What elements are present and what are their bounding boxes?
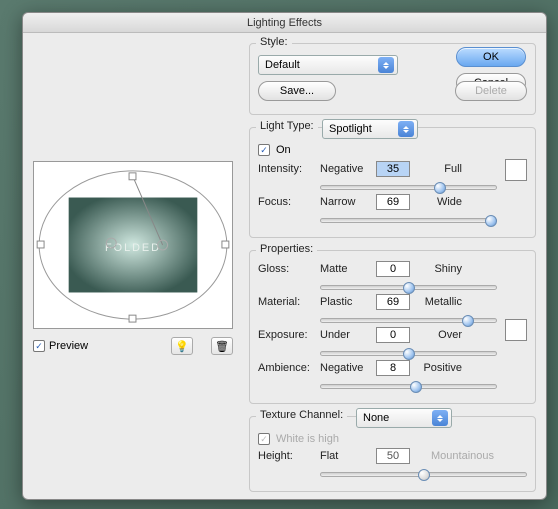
style-value: Default	[265, 59, 300, 71]
intensity-input[interactable]	[376, 161, 410, 177]
exposure-input[interactable]	[376, 327, 410, 343]
ambience-slider[interactable]	[320, 378, 497, 391]
height-label: Height:	[258, 450, 314, 462]
material-right: Metallic	[416, 296, 462, 308]
material-input[interactable]	[376, 294, 410, 310]
height-left: Flat	[320, 450, 370, 462]
style-label: Style:	[256, 36, 292, 48]
gloss-left: Matte	[320, 263, 370, 275]
style-dropdown[interactable]: Default	[258, 55, 398, 75]
preview-canvas[interactable]: FOLDED	[33, 161, 233, 329]
focus-label: Focus:	[258, 196, 314, 208]
white-high-checkbox: ✓	[258, 433, 270, 445]
material-left: Plastic	[320, 296, 370, 308]
properties-legend: Properties:	[256, 243, 317, 255]
exposure-left: Under	[320, 329, 370, 341]
lighting-effects-dialog: Lighting Effects OK Cancel FOLDED	[22, 12, 547, 500]
gloss-right: Shiny	[416, 263, 462, 275]
focus-right: Wide	[416, 196, 462, 208]
preview-checkbox[interactable]: ✓	[33, 340, 45, 352]
lighttype-legend: Light Type:	[256, 120, 318, 132]
light-color-swatch[interactable]	[505, 159, 527, 181]
texture-legend: Texture Channel:	[256, 409, 347, 421]
window-title: Lighting Effects	[23, 13, 546, 33]
ambience-input[interactable]	[376, 360, 410, 376]
height-input	[376, 448, 410, 464]
trash-button[interactable]: 🗑	[211, 337, 233, 355]
exposure-slider[interactable]	[320, 345, 497, 358]
white-high-label: White is high	[276, 433, 339, 445]
focus-input[interactable]	[376, 194, 410, 210]
exposure-label: Exposure:	[258, 329, 314, 341]
delete-button: Delete	[455, 81, 527, 101]
chevron-updown-icon	[398, 121, 414, 137]
on-checkbox[interactable]: ✓	[258, 144, 270, 156]
intensity-left: Negative	[320, 163, 370, 175]
exposure-right: Over	[416, 329, 462, 341]
material-label: Material:	[258, 296, 314, 308]
ambience-right: Positive	[416, 362, 462, 374]
on-label: On	[276, 144, 291, 156]
texture-dropdown[interactable]: None	[356, 408, 452, 428]
lighttype-dropdown[interactable]: Spotlight	[322, 119, 418, 139]
chevron-updown-icon	[432, 410, 448, 426]
save-button[interactable]: Save...	[258, 81, 336, 101]
ambient-color-swatch[interactable]	[505, 319, 527, 341]
gloss-label: Gloss:	[258, 263, 314, 275]
material-slider[interactable]	[320, 312, 497, 325]
height-right: Mountainous	[416, 450, 494, 462]
focus-slider[interactable]	[320, 212, 497, 225]
lighttype-value: Spotlight	[329, 123, 372, 135]
lightbulb-icon: 💡	[175, 340, 189, 353]
chevron-updown-icon	[378, 57, 394, 73]
height-slider	[320, 466, 527, 479]
gloss-input[interactable]	[376, 261, 410, 277]
preview-label: Preview	[49, 340, 88, 352]
ambience-label: Ambience:	[258, 362, 314, 374]
ambience-left: Negative	[320, 362, 370, 374]
intensity-right: Full	[416, 163, 462, 175]
intensity-slider[interactable]	[320, 179, 497, 192]
gloss-slider[interactable]	[320, 279, 497, 292]
trash-icon: 🗑	[215, 340, 229, 353]
lightbulb-button[interactable]: 💡	[171, 337, 193, 355]
focus-left: Narrow	[320, 196, 370, 208]
texture-value: None	[363, 412, 389, 424]
intensity-label: Intensity:	[258, 163, 314, 175]
